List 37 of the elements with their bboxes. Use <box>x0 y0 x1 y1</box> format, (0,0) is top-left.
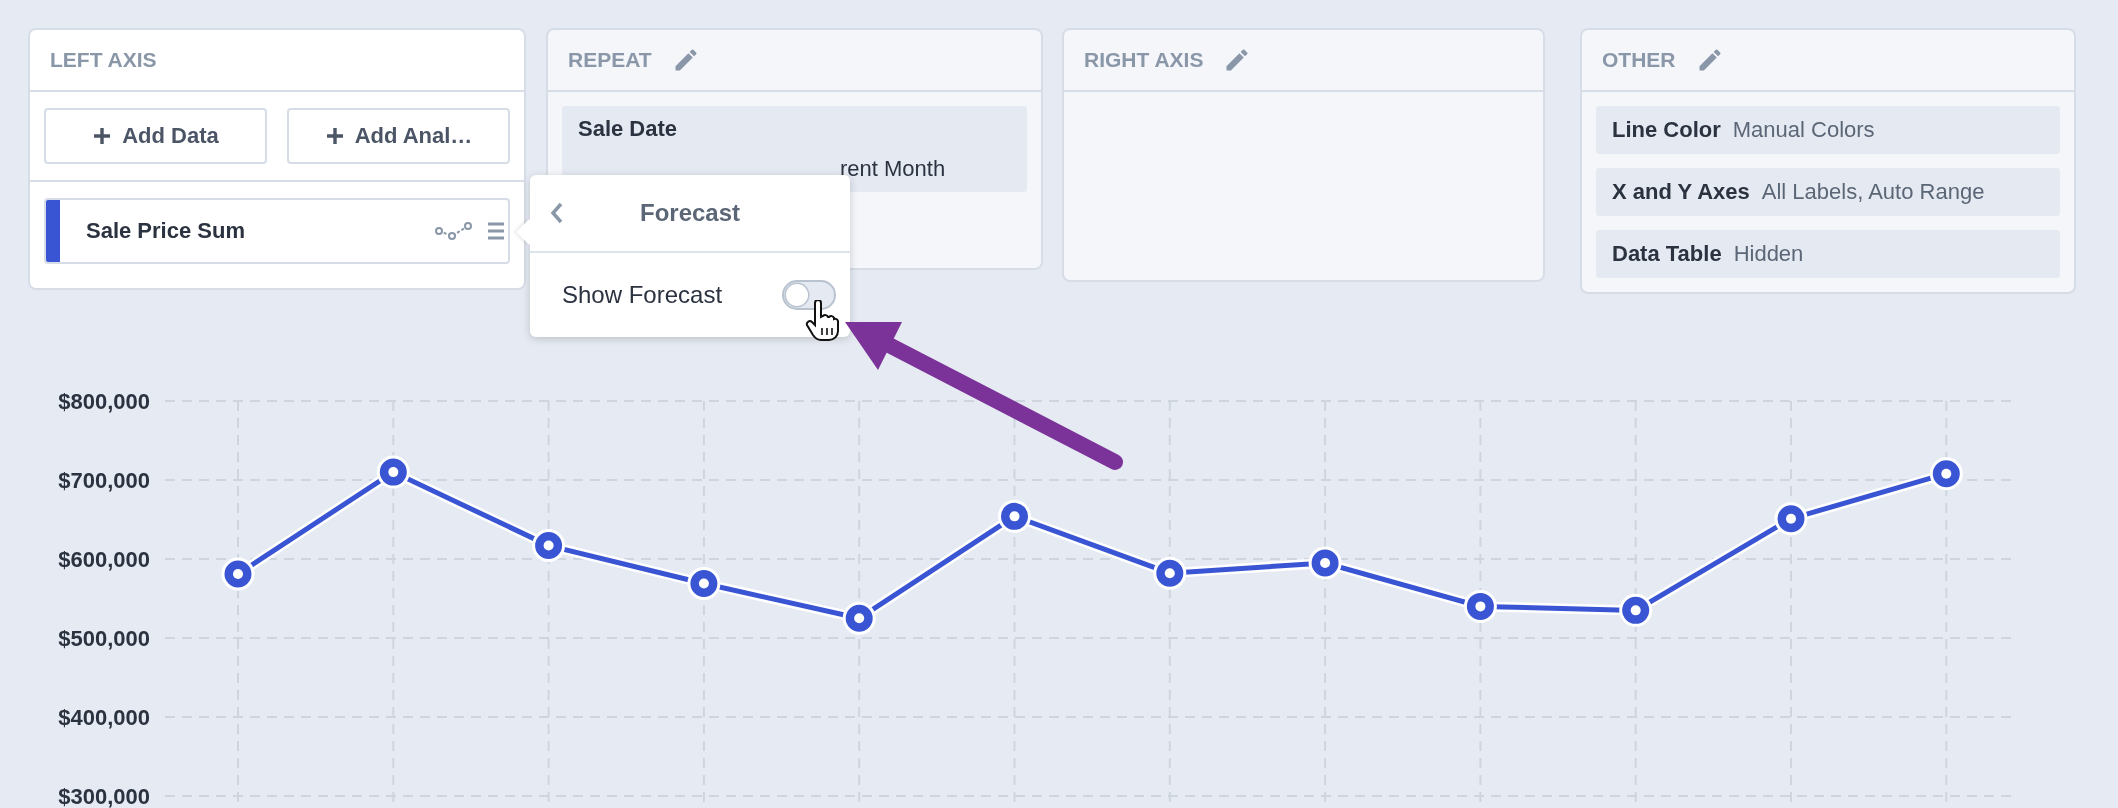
panel-title: LEFT AXIS <box>50 48 157 72</box>
data-point[interactable] <box>1153 556 1187 590</box>
y-axis-label: $300,000 <box>58 784 150 808</box>
y-axis-label: $600,000 <box>58 547 150 572</box>
add-button[interactable]: Add Data <box>44 108 267 164</box>
data-point[interactable] <box>1619 593 1653 627</box>
data-point[interactable] <box>532 529 566 563</box>
chevron-left-icon <box>550 202 564 224</box>
panel-title: RIGHT AXIS <box>1084 48 1204 72</box>
plus-icon <box>92 126 113 146</box>
panel-title: REPEAT <box>568 48 652 72</box>
data-point[interactable] <box>1774 502 1808 536</box>
option-label: Show Forecast <box>562 281 723 309</box>
y-axis-label: $500,000 <box>58 626 150 651</box>
add-button[interactable]: Add Anal… <box>287 108 510 164</box>
menu-icon[interactable] <box>488 221 504 241</box>
popover-title: Forecast <box>638 199 741 227</box>
y-axis-label: $400,000 <box>58 705 150 730</box>
data-point[interactable] <box>842 601 876 635</box>
setting-row[interactable]: X and Y Axes All Labels, Auto Range <box>1596 168 2060 216</box>
forecast-toggle[interactable] <box>782 280 836 310</box>
y-axis-label: $800,000 <box>58 389 150 414</box>
data-point[interactable] <box>1308 546 1342 580</box>
line-chart-icon[interactable] <box>434 221 474 241</box>
back-button[interactable] <box>550 202 564 224</box>
panel-title: OTHER <box>1602 48 1676 72</box>
plus-icon <box>324 126 345 146</box>
y-axis-label: $700,000 <box>58 468 150 493</box>
data-point[interactable] <box>1463 589 1497 623</box>
series-item[interactable]: Sale Price Sum <box>44 198 510 264</box>
data-point[interactable] <box>376 455 410 489</box>
setting-row[interactable]: Line Color Manual Colors <box>1596 106 2060 154</box>
data-point[interactable] <box>687 567 721 600</box>
data-point[interactable] <box>1929 457 1963 491</box>
data-point[interactable] <box>998 499 1031 533</box>
setting-row[interactable]: Data Table Hidden <box>1596 230 2060 278</box>
data-point[interactable] <box>221 557 255 591</box>
